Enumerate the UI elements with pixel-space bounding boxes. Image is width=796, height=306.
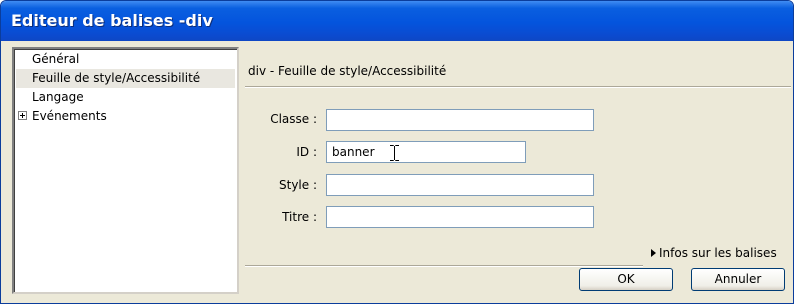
triangle-right-icon: [651, 248, 656, 257]
id-label: ID :: [296, 145, 317, 159]
expand-plus-icon[interactable]: [18, 111, 27, 120]
title-label: Titre :: [282, 210, 317, 224]
tree-item-language[interactable]: Langage: [16, 88, 235, 107]
class-label: Classe :: [270, 112, 317, 126]
tree-item-label: Evénements: [32, 109, 107, 123]
category-tree: Général Feuille de style/Accessibilité L…: [12, 47, 239, 294]
ok-button[interactable]: OK: [579, 268, 673, 291]
tag-info-label: Infos sur les balises: [659, 246, 777, 260]
dialog-body: Général Feuille de style/Accessibilité L…: [5, 41, 791, 299]
tree-item-label: Langage: [32, 90, 84, 104]
tree-item-label: Général: [32, 52, 80, 66]
style-label: Style :: [279, 178, 317, 192]
title-input[interactable]: [326, 206, 594, 228]
tree-item-label: Feuille de style/Accessibilité: [32, 71, 201, 85]
tree-item-stylesheet-accessibility[interactable]: Feuille de style/Accessibilité: [16, 69, 235, 88]
tag-info-toggle[interactable]: Infos sur les balises: [651, 246, 777, 260]
header-divider: [245, 86, 791, 88]
tag-editor-dialog: Editeur de balises -div Général Feuille …: [0, 0, 794, 304]
tree-item-events[interactable]: Evénements: [16, 107, 235, 126]
infos-divider: [245, 265, 643, 267]
tree-item-general[interactable]: Général: [16, 50, 235, 69]
class-input[interactable]: [326, 109, 594, 131]
id-input[interactable]: banner: [326, 141, 526, 163]
style-input[interactable]: [326, 174, 594, 196]
section-title: div - Feuille de style/Accessibilité: [248, 64, 447, 78]
id-input-value: banner: [332, 145, 375, 159]
cancel-button[interactable]: Annuler: [691, 268, 785, 291]
dialog-title: Editeur de balises -div: [11, 11, 213, 30]
title-bar[interactable]: Editeur de balises -div: [1, 1, 793, 41]
text-cursor-icon: [390, 145, 399, 161]
